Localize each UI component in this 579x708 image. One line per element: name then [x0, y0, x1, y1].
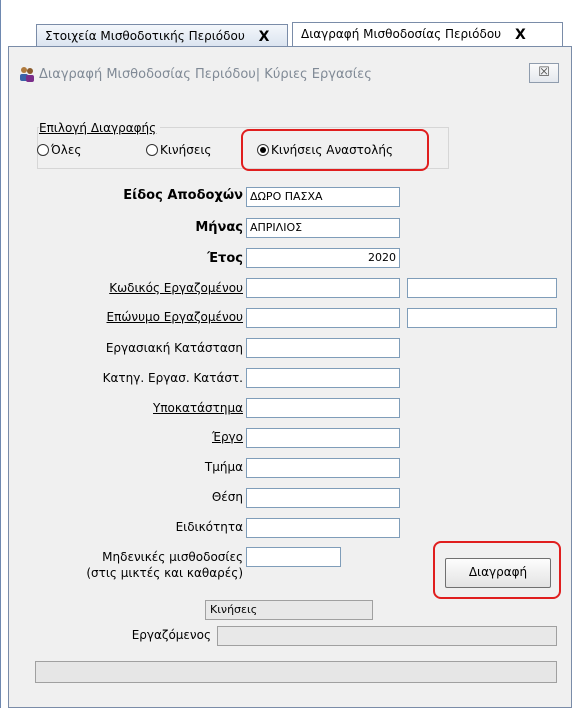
earnings-type-label: Είδος Αποδοχών [123, 188, 243, 203]
close-icon[interactable]: X [515, 27, 526, 43]
stage-display: Κινήσεις [205, 600, 373, 620]
specialty-label: Ειδικότητα [175, 520, 243, 534]
earnings-type-field[interactable]: ΔΩΡΟ ΠΑΣΧΑ [246, 187, 400, 207]
tab-delete-payroll-period[interactable]: Διαγραφή Μισθοδοσίας Περιόδου X [292, 22, 563, 47]
employee-progress-label: Εργαζόμενος [131, 628, 211, 642]
employee-surname-desc-field[interactable] [407, 308, 557, 328]
project-label[interactable]: Έργο [212, 430, 243, 444]
zero-payrolls-label: Μηδενικές μισθοδοσίες [102, 550, 243, 564]
radio-label: Κινήσεις [160, 143, 212, 157]
zero-payrolls-sublabel: (στις μικτές και καθαρές) [86, 566, 243, 580]
tab-label: Διαγραφή Μισθοδοσίας Περιόδου [301, 27, 502, 41]
users-icon [20, 67, 34, 82]
month-field[interactable]: ΑΠΡΙΛΙΟΣ [246, 218, 400, 238]
project-field[interactable] [246, 428, 400, 448]
radio-movements[interactable]: Κινήσεις [146, 143, 211, 157]
department-label: Τμήμα [204, 460, 243, 474]
title-bar: Διαγραφή Μισθοδοσίας Περιόδου| Κύριες Ερ… [9, 47, 571, 95]
radio-all[interactable]: Όλες [37, 143, 81, 157]
work-status-label: Εργασιακή Κατάσταση [105, 341, 243, 355]
radio-icon [37, 144, 49, 156]
dialog-window: Διαγραφή Μισθοδοσίας Περιόδου| Κύριες Ερ… [8, 46, 572, 708]
tab-payroll-period-details[interactable]: Στοιχεία Μισθοδοτικής Περιόδου X [36, 24, 288, 46]
employee-code-desc-field[interactable] [407, 278, 557, 298]
year-field[interactable]: 2020 [246, 248, 400, 268]
month-label: Μήνας [195, 220, 243, 235]
left-border [0, 0, 1, 708]
tab-label: Στοιχεία Μισθοδοτικής Περιόδου [45, 29, 245, 43]
employee-surname-field[interactable] [246, 308, 400, 328]
position-label: Θέση [211, 490, 243, 504]
close-icon[interactable]: X [259, 29, 270, 45]
progress-bar [35, 661, 557, 683]
deletion-choice-label: Επιλογή Διαγραφής [39, 121, 161, 135]
window-title: Διαγραφή Μισθοδοσίας Περιόδου| Κύριες Ερ… [39, 67, 372, 82]
work-status-category-field[interactable] [246, 368, 400, 388]
position-field[interactable] [246, 488, 400, 508]
zero-payrolls-field[interactable] [246, 547, 341, 567]
work-status-category-label: Κατηγ. Εργασ. Κατάστ. [102, 371, 243, 385]
employee-code-field[interactable] [246, 278, 400, 298]
department-field[interactable] [246, 458, 400, 478]
branch-label[interactable]: Υποκατάστημα [153, 401, 243, 415]
employee-progress-display [217, 626, 557, 646]
highlight-box [241, 129, 429, 171]
specialty-field[interactable] [246, 518, 400, 538]
branch-field[interactable] [246, 398, 400, 418]
radio-icon [146, 144, 158, 156]
window-close-button[interactable]: ☒ [529, 63, 559, 83]
employee-code-label[interactable]: Κωδικός Εργαζομένου [109, 281, 243, 295]
highlight-box [433, 541, 561, 599]
radio-label: Όλες [51, 143, 82, 157]
year-label: Έτος [207, 251, 243, 266]
work-status-field[interactable] [246, 338, 400, 358]
employee-surname-label[interactable]: Επώνυμο Εργαζομένου [107, 310, 243, 324]
